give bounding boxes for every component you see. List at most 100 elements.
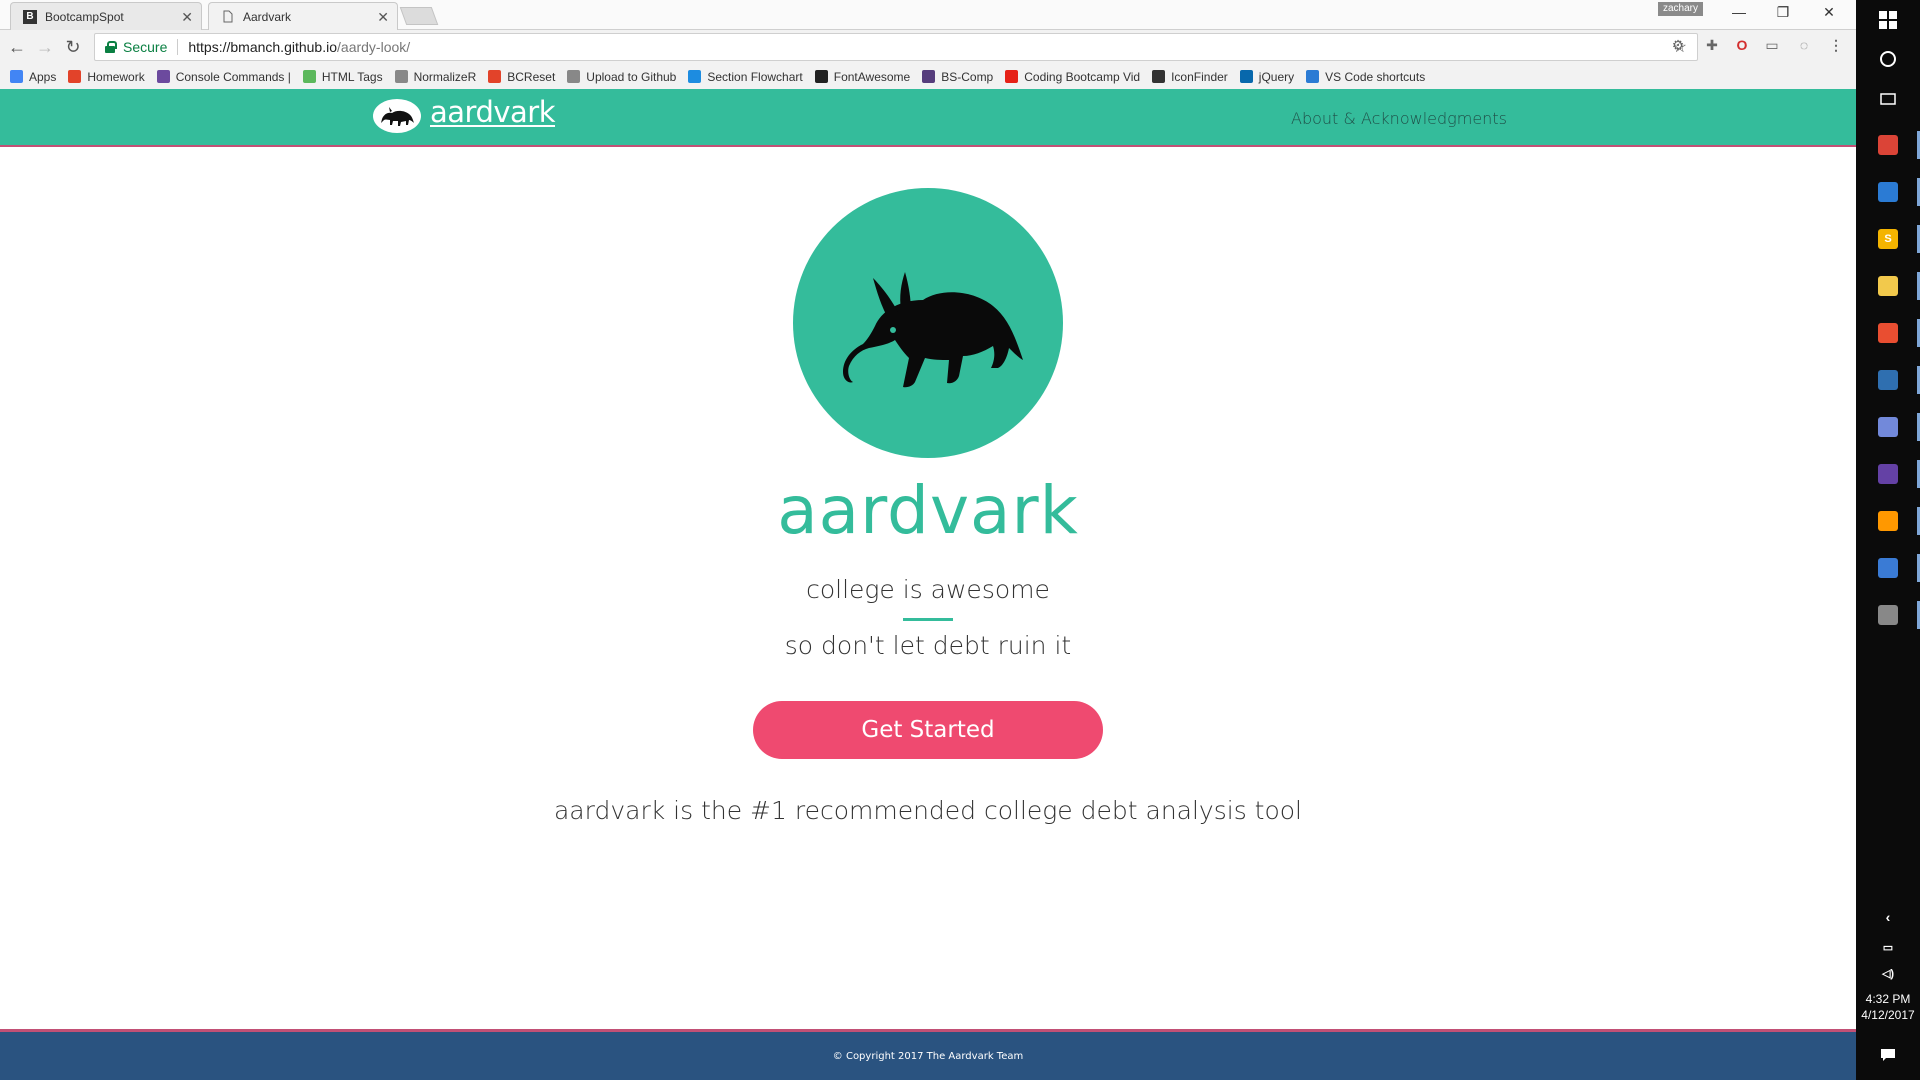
chrome-icon: [1878, 135, 1898, 155]
hero-logo: [793, 188, 1063, 458]
tab-strip: B BootcampSpot ✕ Aardvark ✕ zachary — ❐ …: [0, 0, 1856, 30]
notes-taskbar-icon[interactable]: [1873, 600, 1903, 630]
bookmark-label: Section Flowchart: [707, 69, 803, 84]
bootstrap-icon: [922, 70, 936, 83]
minimize-icon[interactable]: —: [1724, 4, 1754, 20]
bookmarks-bar: Apps Homework Console Commands | HTML Tags N…: [0, 64, 1856, 89]
bookmark-label: BCReset: [507, 69, 556, 84]
discord-taskbar-icon[interactable]: [1873, 412, 1903, 442]
windows-start-icon[interactable]: [1873, 5, 1903, 35]
bookmark-item[interactable]: FontAwesome: [814, 69, 911, 84]
clock-date[interactable]: 4/12/2017: [1856, 1008, 1920, 1022]
site-footer: © Copyright 2017 The Aardvark Team: [0, 1029, 1856, 1080]
puzzle-extension-icon[interactable]: ✚: [1702, 37, 1722, 57]
close-window-icon[interactable]: ✕: [1814, 4, 1844, 21]
vscode-taskbar-icon[interactable]: [1873, 177, 1903, 207]
profile-badge[interactable]: zachary: [1658, 2, 1704, 16]
flowchart-icon: [688, 70, 702, 83]
tab-aardvark[interactable]: Aardvark ✕: [208, 2, 398, 30]
close-tab-icon[interactable]: ✕: [377, 9, 389, 26]
youtube-icon: [1005, 70, 1019, 83]
clock-time[interactable]: 4:32 PM: [1856, 992, 1920, 1006]
page-icon: [221, 10, 235, 24]
close-tab-icon[interactable]: ✕: [181, 9, 193, 26]
cortana-search-icon[interactable]: [1873, 44, 1903, 74]
brand-link[interactable]: aardvark: [430, 95, 556, 129]
url-host: https://bmanch.github.io: [188, 39, 338, 55]
bookmark-item[interactable]: IconFinder: [1152, 70, 1228, 84]
chrome-taskbar-icon[interactable]: [1873, 130, 1903, 160]
bookmark-item[interactable]: Homework: [68, 70, 145, 84]
aardvark-icon: [381, 107, 414, 126]
bookmark-item[interactable]: NormalizeR: [394, 69, 477, 84]
discord-icon: [1878, 417, 1898, 437]
site-navbar: aardvark About & Acknowledgments: [0, 89, 1856, 147]
bookmark-item[interactable]: Upload to Github: [567, 70, 676, 84]
bookmark-label: IconFinder: [1171, 69, 1228, 84]
window-icon: [1878, 558, 1898, 578]
html-icon: [302, 70, 316, 83]
reload-icon[interactable]: ↻: [62, 37, 84, 58]
aardvark-icon: [843, 272, 1023, 388]
bookmark-item[interactable]: Coding Bootcamp Vid: [1005, 70, 1140, 84]
bookmark-label: Apps: [29, 69, 57, 84]
jquery-icon: [1239, 70, 1253, 83]
bookmark-label: HTML Tags: [321, 69, 383, 84]
tab-label: Aardvark: [243, 9, 292, 24]
bookmark-label: NormalizeR: [413, 69, 477, 84]
bookmark-item[interactable]: jQuery: [1239, 70, 1294, 84]
volume-icon[interactable]: ◁): [1873, 958, 1903, 988]
window-taskbar-icon[interactable]: [1873, 553, 1903, 583]
file-explorer-icon: [1878, 276, 1898, 296]
page-icon: [394, 70, 408, 83]
ide-icon: [1878, 370, 1898, 390]
bookmark-item[interactable]: BCReset: [488, 70, 555, 84]
vscode-icon: [1878, 182, 1898, 202]
task-view-icon[interactable]: [1873, 84, 1903, 114]
gitlab-icon: [68, 70, 82, 83]
windows-taskbar: S ‹ ▭ ◁) 4:32 PM 4/12/2017: [1856, 0, 1920, 1080]
restore-icon[interactable]: ❐: [1768, 4, 1798, 21]
slides-icon: S: [1878, 229, 1898, 249]
bookmark-item[interactable]: BS-Comp: [922, 70, 993, 84]
back-arrow-icon[interactable]: ←: [6, 37, 28, 58]
action-center-icon[interactable]: [1873, 1040, 1903, 1070]
menu-dots-icon[interactable]: ⋮: [1826, 37, 1846, 57]
sublime-taskbar-icon[interactable]: [1873, 506, 1903, 536]
new-tab-button[interactable]: [399, 7, 439, 25]
address-bar[interactable]: Secure https://bmanch.github.io /aardy-l…: [94, 33, 1698, 61]
bookmark-label: FontAwesome: [833, 69, 911, 84]
forward-arrow-icon[interactable]: →: [34, 37, 56, 58]
show-hidden-icons-chevron-icon[interactable]: ‹: [1873, 902, 1903, 932]
brand-logo[interactable]: [373, 99, 421, 133]
extension-icon[interactable]: ◌: [1794, 37, 1814, 57]
tab-bootcampspot[interactable]: B BootcampSpot ✕: [10, 2, 202, 30]
nav-about-link[interactable]: About & Acknowledgments: [1291, 109, 1507, 128]
opera-extension-icon[interactable]: O: [1732, 37, 1752, 57]
url-path: /aardy-look/: [337, 39, 411, 55]
tagline-divider: [903, 618, 953, 621]
slack-icon: [156, 70, 170, 83]
tagline-primary: college is awesome: [806, 575, 1050, 604]
ide-taskbar-icon[interactable]: [1873, 365, 1903, 395]
twitch-icon: [1878, 464, 1898, 484]
translate-extension-icon[interactable]: ⚙: [1668, 37, 1688, 57]
bootcampspot-icon: B: [23, 9, 37, 24]
apps-grid-icon: [10, 70, 23, 83]
bookmark-item[interactable]: Console Commands |: [156, 70, 291, 84]
bookmark-item[interactable]: VS Code shortcuts: [1306, 70, 1425, 84]
sublime-icon: [1878, 511, 1898, 531]
git-taskbar-icon[interactable]: [1873, 318, 1903, 348]
bookmark-item[interactable]: HTML Tags: [302, 69, 383, 84]
bookmark-label: Upload to Github: [586, 69, 677, 84]
twitch-taskbar-icon[interactable]: [1873, 459, 1903, 489]
cast-icon[interactable]: ▭: [1762, 37, 1782, 57]
get-started-button[interactable]: Get Started: [753, 701, 1103, 759]
page-viewport: aardvark About & Acknowledgments aardvar…: [0, 89, 1856, 1080]
file-explorer-taskbar-icon[interactable]: [1873, 271, 1903, 301]
page-icon: [567, 70, 581, 83]
slides-taskbar-icon[interactable]: S: [1873, 224, 1903, 254]
bookmark-item[interactable]: Apps: [10, 70, 56, 84]
secure-label: Secure: [123, 39, 179, 55]
bookmark-item[interactable]: Section Flowchart: [688, 69, 803, 84]
